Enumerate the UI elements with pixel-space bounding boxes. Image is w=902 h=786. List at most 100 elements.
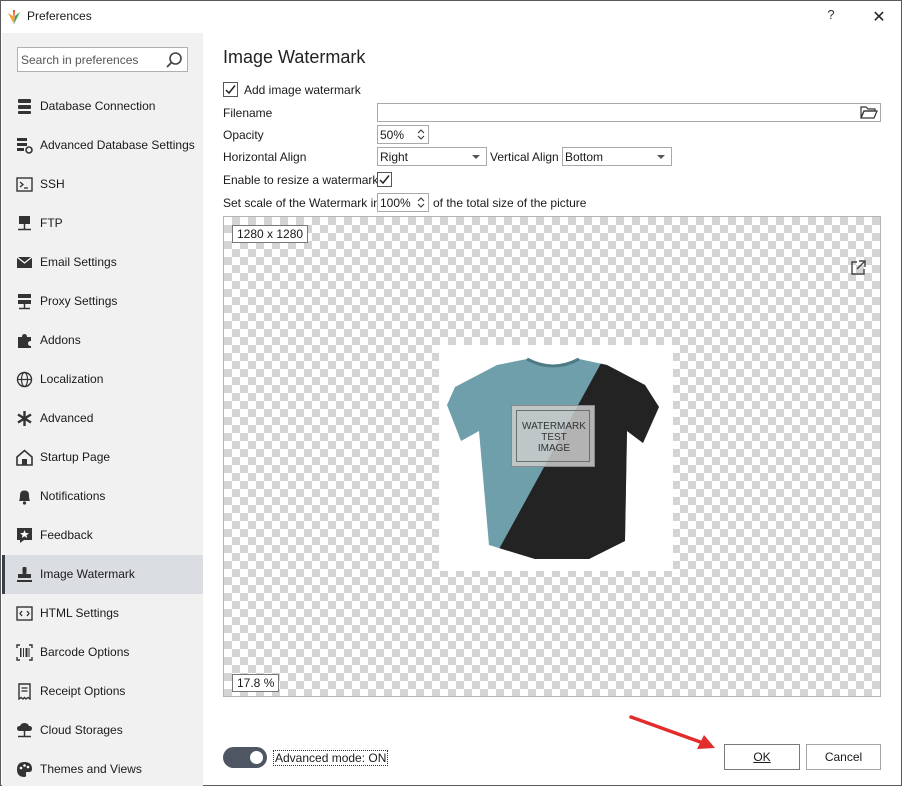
search-input[interactable] [21,51,161,68]
html-icon [16,606,33,621]
advanced-mode-label[interactable]: Advanced mode: ON [273,750,389,766]
sidebar-item-themes-and-views[interactable]: Themes and Views [2,750,203,786]
checkmark-icon [379,175,390,185]
sidebar-item-database-connection[interactable]: Database Connection [2,87,203,126]
sidebar-item-label: Localization [40,372,104,386]
barcode-icon [16,644,33,661]
terminal-icon [16,177,33,192]
advanced-mode-toggle[interactable] [223,747,267,768]
filename-field[interactable] [377,103,881,122]
cancel-button[interactable]: Cancel [806,744,881,770]
vertical-align-value: Bottom [565,150,604,164]
asterisk-icon [17,411,32,426]
chevron-down-icon [657,155,665,159]
ftp-icon [18,216,31,231]
database-settings-icon [17,138,33,154]
sidebar-item-label: Receipt Options [40,684,126,698]
sidebar-item-label: Image Watermark [40,567,135,581]
checkmark-icon [225,85,236,95]
sidebar-item-label: Cloud Storages [40,723,123,737]
folder-open-icon[interactable] [860,105,878,120]
globe-icon [16,371,33,388]
sidebar-item-proxy-settings[interactable]: Proxy Settings [2,282,203,321]
horizontal-align-value: Right [380,150,409,164]
sidebar-item-label: Email Settings [40,255,117,269]
ok-button[interactable]: OK [724,744,800,770]
sidebar-item-advanced[interactable]: Advanced [2,399,203,438]
receipt-icon [18,683,31,700]
external-link-icon[interactable] [849,259,867,277]
watermark-text: WATERMARK TEST IMAGE [522,421,586,454]
image-dimensions-badge: 1280 x 1280 [232,225,309,243]
sidebar-item-label: Startup Page [40,450,111,464]
scale-suffix-label: of the total size of the picture [433,196,587,210]
palette-icon [17,762,32,777]
window-title: Preferences [27,9,92,23]
sidebar: Database Connection Advanced Database Set… [2,33,203,786]
add-watermark-checkbox[interactable] [223,82,238,97]
stamp-icon [17,567,32,582]
watermark-overlay: WATERMARK TEST IMAGE [511,405,595,467]
database-icon [18,99,31,114]
sidebar-item-cloud-storages[interactable]: Cloud Storages [2,711,203,750]
preferences-window: Preferences ? ✕ Database Connection Advan… [0,0,902,786]
spinner-arrows-icon[interactable] [416,195,426,210]
sidebar-item-label: Proxy Settings [40,294,118,308]
zoom-level-badge: 17.8 % [232,674,280,692]
home-icon [16,449,33,466]
sidebar-item-advanced-database-settings[interactable]: Advanced Database Settings [2,126,203,165]
opacity-label: Opacity [223,128,264,142]
sidebar-item-label: Barcode Options [40,645,130,659]
search-box[interactable] [17,47,188,72]
add-watermark-label: Add image watermark [244,83,361,97]
sidebar-item-ftp[interactable]: FTP [2,204,203,243]
close-button[interactable]: ✕ [871,7,887,26]
sidebar-item-label: HTML Settings [40,606,119,620]
horizontal-align-select[interactable]: Right [377,147,487,166]
sidebar-item-label: Notifications [40,489,106,503]
sidebar-item-label: Themes and Views [40,762,142,776]
watermark-preview[interactable]: 1280 x 1280 WATERMARK TEST IMAGE 17.8 % [223,216,881,697]
proxy-icon [18,294,31,310]
filename-label: Filename [223,106,273,120]
sidebar-item-ssh[interactable]: SSH [2,165,203,204]
sidebar-item-notifications[interactable]: Notifications [2,477,203,516]
scale-label: Set scale of the Watermark in [223,196,380,210]
cloud-network-icon [17,723,32,738]
opacity-value: 50% [380,128,405,142]
star-comment-icon [17,528,32,543]
sidebar-item-label: Advanced Database Settings [40,138,195,152]
sidebar-item-image-watermark[interactable]: Image Watermark [2,555,203,594]
sidebar-item-label: Advanced [40,411,94,425]
toggle-knob [250,751,263,764]
vertical-align-select[interactable]: Bottom [562,147,672,166]
sidebar-item-label: Database Connection [40,99,156,113]
spinner-arrows-icon[interactable] [416,127,426,142]
sidebar-item-label: FTP [40,216,63,230]
search-icon[interactable] [165,51,183,69]
resize-watermark-checkbox[interactable] [377,172,392,187]
sidebar-item-html-settings[interactable]: HTML Settings [2,594,203,633]
chevron-down-icon [472,155,480,159]
scale-spinner[interactable]: 100% [377,193,429,212]
sidebar-item-localization[interactable]: Localization [2,360,203,399]
bell-icon [19,490,30,505]
resize-watermark-label: Enable to resize a watermark [223,173,379,187]
sidebar-item-startup-page[interactable]: Startup Page [2,438,203,477]
sidebar-item-label: SSH [40,177,65,191]
page-title: Image Watermark [223,47,366,67]
sidebar-item-barcode-options[interactable]: Barcode Options [2,633,203,672]
horizontal-align-label: Horizontal Align [223,150,307,164]
sidebar-item-label: Addons [40,333,81,347]
sidebar-item-feedback[interactable]: Feedback [2,516,203,555]
help-button[interactable]: ? [823,7,839,25]
watermark-frame: WATERMARK TEST IMAGE [516,410,590,462]
opacity-spinner[interactable]: 50% [377,125,429,144]
puzzle-icon [18,334,31,348]
title-bar: Preferences ? ✕ [1,1,901,33]
sidebar-item-email-settings[interactable]: Email Settings [2,243,203,282]
sidebar-item-addons[interactable]: Addons [2,321,203,360]
sidebar-item-receipt-options[interactable]: Receipt Options [2,672,203,711]
vertical-align-label: Vertical Align [490,150,559,164]
envelope-icon [16,256,33,268]
